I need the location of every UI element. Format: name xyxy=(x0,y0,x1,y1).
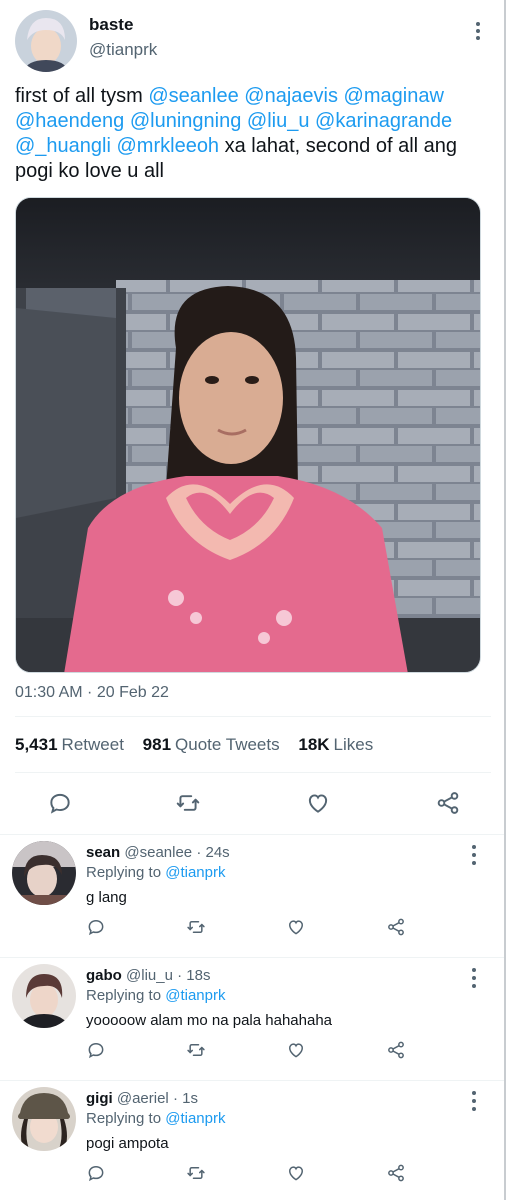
reply-author-handle[interactable]: @seanlee xyxy=(124,844,192,861)
retweet-icon[interactable] xyxy=(186,1163,206,1183)
replying-to: Replying to @tianprk xyxy=(86,987,225,1004)
mention-link[interactable]: @_huangli xyxy=(15,135,111,157)
divider xyxy=(15,772,491,773)
reply-actions xyxy=(86,1040,416,1062)
reply-actions xyxy=(86,917,416,939)
replying-label: Replying to xyxy=(86,864,162,881)
more-options-icon[interactable] xyxy=(470,845,478,865)
quote-tweets-stat[interactable]: 981 Quote Tweets xyxy=(143,735,280,754)
reply-icon[interactable] xyxy=(86,1040,106,1060)
tweet-text: first of all tysm @seanlee @najaevis @ma… xyxy=(15,84,491,184)
more-options-icon[interactable] xyxy=(471,18,485,44)
mention-link[interactable]: @najaevis xyxy=(244,85,338,107)
mention-link[interactable]: @karinagrande xyxy=(315,110,452,132)
reply-icon[interactable] xyxy=(86,917,106,937)
retweet-icon[interactable] xyxy=(186,1040,206,1060)
replying-to-handle[interactable]: @tianprk xyxy=(165,1110,225,1127)
reply-author-name[interactable]: sean xyxy=(86,844,120,861)
share-icon[interactable] xyxy=(386,1163,406,1183)
reply-author-name[interactable]: gigi xyxy=(86,1090,113,1107)
reply-item[interactable]: sean @seanlee · 24s Replying to @tianprk… xyxy=(0,835,504,957)
divider xyxy=(15,716,491,717)
mention-link[interactable]: @mrkleeoh xyxy=(117,135,220,157)
share-icon[interactable] xyxy=(386,1040,406,1060)
replying-label: Replying to xyxy=(86,987,162,1004)
replying-label: Replying to xyxy=(86,1110,162,1127)
reply-icon[interactable] xyxy=(86,1163,106,1183)
heart-icon[interactable] xyxy=(286,917,306,937)
reply-item[interactable]: gigi @aeriel · 1s Replying to @tianprk p… xyxy=(0,1081,504,1203)
reply-author-handle[interactable]: @liu_u xyxy=(126,967,173,984)
share-icon[interactable] xyxy=(386,917,406,937)
reply-icon[interactable] xyxy=(47,790,73,816)
reply-header: gigi @aeriel · 1s xyxy=(86,1090,198,1107)
avatar[interactable] xyxy=(12,841,76,905)
reply-time: · 18s xyxy=(177,967,211,984)
reply-text: pogi ampota xyxy=(86,1135,169,1152)
mention-link[interactable]: @haendeng xyxy=(15,110,124,132)
tweet-timestamp[interactable]: 01:30 AM · 20 Feb 22 xyxy=(15,684,169,702)
reply-time: · 1s xyxy=(172,1090,198,1107)
reply-author-name[interactable]: gabo xyxy=(86,967,122,984)
author-name[interactable]: baste xyxy=(89,15,133,35)
tweet-detail-screen: baste @tianprk first of all tysm @seanle… xyxy=(0,0,506,1200)
retweet-icon[interactable] xyxy=(175,790,201,816)
more-options-icon[interactable] xyxy=(470,968,478,988)
likes-label: Likes xyxy=(333,735,374,754)
replying-to-handle[interactable]: @tianprk xyxy=(165,987,225,1004)
tweet-actions xyxy=(15,790,491,818)
reply-actions xyxy=(86,1163,416,1185)
tweet-text-segment: first of all tysm xyxy=(15,85,149,107)
heart-icon[interactable] xyxy=(305,790,331,816)
main-tweet: baste @tianprk first of all tysm @seanle… xyxy=(0,0,504,835)
reply-header: sean @seanlee · 24s xyxy=(86,844,230,861)
replying-to: Replying to @tianprk xyxy=(86,864,225,881)
heart-icon[interactable] xyxy=(286,1163,306,1183)
reply-item[interactable]: gabo @liu_u · 18s Replying to @tianprk y… xyxy=(0,958,504,1080)
replying-to: Replying to @tianprk xyxy=(86,1110,225,1127)
author-handle[interactable]: @tianprk xyxy=(89,40,157,60)
avatar[interactable] xyxy=(12,1087,76,1151)
mention-link[interactable]: @seanlee xyxy=(148,85,238,107)
quotes-count: 981 xyxy=(142,735,172,754)
retweets-label: Retweet xyxy=(61,735,124,754)
quotes-label: Quote Tweets xyxy=(175,735,280,754)
retweets-count: 5,431 xyxy=(15,735,58,754)
tweet-stats: 5,431 Retweet 981 Quote Tweets 18K Likes xyxy=(15,735,387,755)
mention-link[interactable]: @maginaw xyxy=(344,85,444,107)
reply-text: yooooow alam mo na pala hahahaha xyxy=(86,1012,333,1029)
avatar[interactable] xyxy=(12,964,76,1028)
likes-count: 18K xyxy=(298,735,330,754)
retweet-icon[interactable] xyxy=(186,917,206,937)
retweets-stat[interactable]: 5,431 Retweet xyxy=(15,735,124,754)
replying-to-handle[interactable]: @tianprk xyxy=(165,864,225,881)
mention-link[interactable]: @liu_u xyxy=(247,110,310,132)
reply-text: g lang xyxy=(86,889,127,906)
reply-header: gabo @liu_u · 18s xyxy=(86,967,210,984)
mention-link[interactable]: @luningning xyxy=(130,110,242,132)
share-icon[interactable] xyxy=(435,790,461,816)
heart-icon[interactable] xyxy=(286,1040,306,1060)
reply-author-handle[interactable]: @aeriel xyxy=(117,1090,169,1107)
tweet-photo[interactable] xyxy=(15,197,481,673)
tweet-author: baste @tianprk xyxy=(15,10,491,74)
reply-time: · 24s xyxy=(196,844,230,861)
more-options-icon[interactable] xyxy=(470,1091,478,1111)
likes-stat[interactable]: 18K Likes xyxy=(298,735,373,754)
avatar[interactable] xyxy=(15,10,77,72)
